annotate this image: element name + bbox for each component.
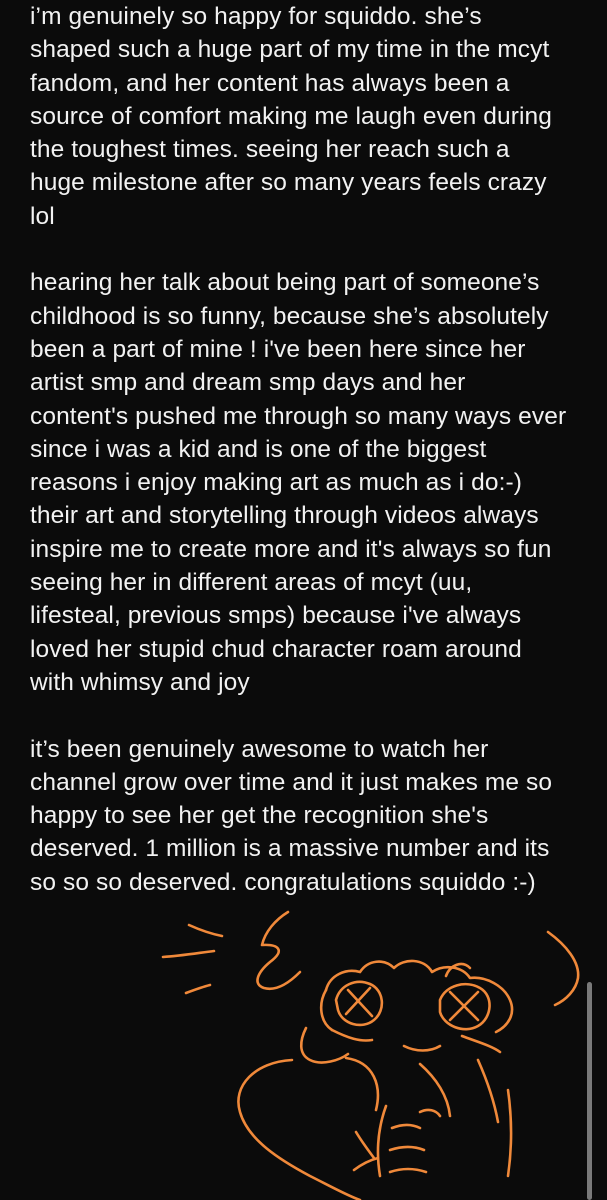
paragraph-1: i’m genuinely so happy for squiddo. she’… xyxy=(30,0,590,233)
text-line: been a part of mine ! i've been here sin… xyxy=(30,335,526,363)
scrollbar-thumb[interactable] xyxy=(587,982,592,1200)
note-body: i’m genuinely so happy for squiddo. she’… xyxy=(30,0,590,899)
text-line: seeing her in different areas of mcyt (u… xyxy=(30,569,473,597)
text-line: so so so deserved. congratulations squid… xyxy=(30,868,536,896)
text-line: fandom, and her content has always been … xyxy=(30,69,510,97)
text-line: lol xyxy=(30,202,55,230)
text-line: deserved. 1 million is a massive number … xyxy=(30,835,550,863)
text-line: with whimsy and joy xyxy=(30,668,250,696)
paragraph-3: it’s been genuinely awesome to watch her… xyxy=(30,733,590,899)
text-line: huge milestone after so many years feels… xyxy=(30,169,547,197)
text-line: shaped such a huge part of my time in th… xyxy=(30,36,550,64)
paragraph-2: hearing her talk about being part of som… xyxy=(30,266,590,699)
text-line: reasons i enjoy making art as much as i … xyxy=(30,469,522,497)
text-line: childhood is so funny, because she’s abs… xyxy=(30,302,549,330)
text-line: content's pushed me through so many ways… xyxy=(30,402,567,430)
text-line: hearing her talk about being part of som… xyxy=(30,269,540,297)
text-line: artist smp and dream smp days and her xyxy=(30,369,466,397)
text-line: i’m genuinely so happy for squiddo. she’… xyxy=(30,3,482,30)
text-line: source of comfort making me laugh even d… xyxy=(30,102,552,130)
text-line: their art and storytelling through video… xyxy=(30,502,539,530)
text-line: inspire me to create more and it's alway… xyxy=(30,535,552,563)
text-line: it’s been genuinely awesome to watch her xyxy=(30,735,489,763)
text-line: since i was a kid and is one of the bigg… xyxy=(30,435,487,463)
text-line: lifesteal, previous smps) because i've a… xyxy=(30,602,522,630)
text-line: the toughest times. seeing her reach suc… xyxy=(30,136,510,164)
text-line: channel grow over time and it just makes… xyxy=(30,768,553,796)
text-line: loved her stupid chud character roam aro… xyxy=(30,635,522,663)
text-line: happy to see her get the recognition she… xyxy=(30,802,489,830)
